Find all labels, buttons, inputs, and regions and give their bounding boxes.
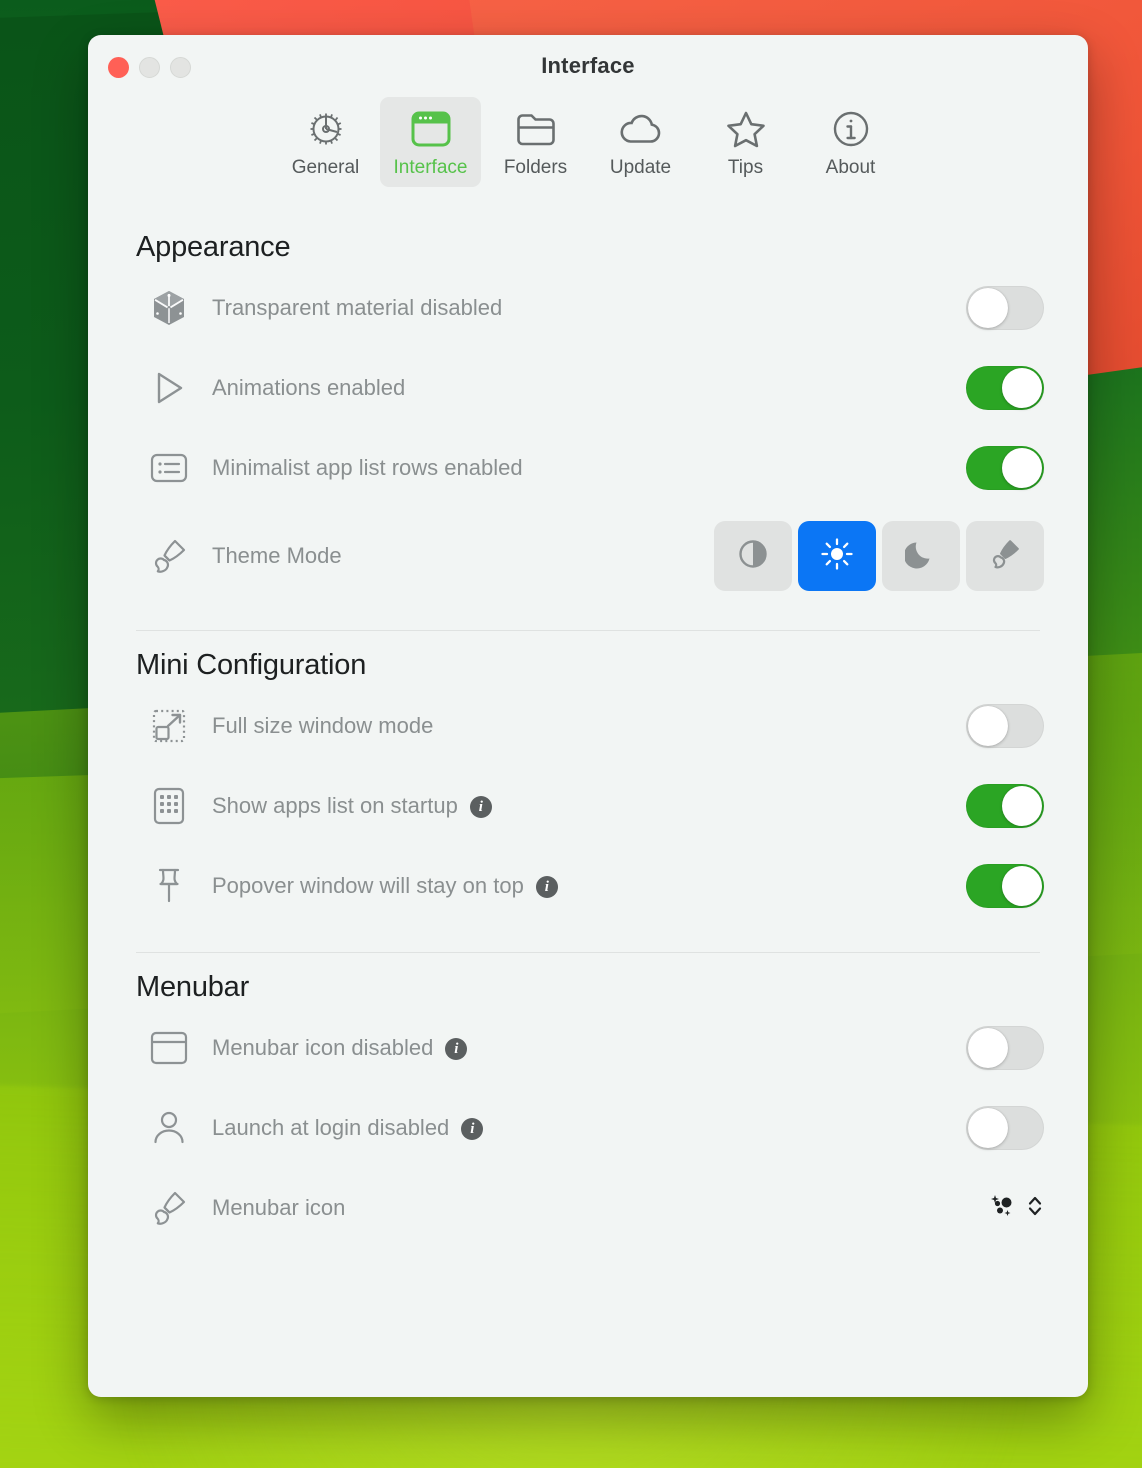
list-card-icon xyxy=(142,451,196,485)
section-title-menubar: Menubar xyxy=(136,971,250,1003)
theme-mode-segmented-control xyxy=(714,521,1044,591)
play-icon xyxy=(142,369,196,407)
menubar-window-icon xyxy=(142,1030,196,1066)
sparkles-icon xyxy=(988,1191,1018,1226)
row-full-size-window: Full size window mode xyxy=(132,686,1044,766)
sun-icon xyxy=(820,537,854,576)
preferences-content: Appearance Transparent material disabled xyxy=(88,201,1088,1248)
row-label-menubar-icon: Menubar icon xyxy=(212,1195,346,1220)
folder-icon xyxy=(515,107,557,151)
tab-tips-label: Tips xyxy=(727,157,764,178)
info-badge-icon[interactable]: i xyxy=(535,876,558,898)
info-circle-icon xyxy=(831,107,871,151)
window-title: Interface xyxy=(541,53,635,78)
toggle-menubar-icon[interactable] xyxy=(966,1026,1044,1070)
circle-half-icon xyxy=(737,538,769,575)
row-label-animations: Animations enabled xyxy=(212,375,406,400)
star-icon xyxy=(725,107,767,151)
tab-general-label: General xyxy=(291,157,360,178)
row-launch-at-login: Launch at login disabled i xyxy=(132,1088,1044,1168)
info-badge-icon[interactable]: i xyxy=(445,1038,468,1060)
row-label-theme-mode: Theme Mode xyxy=(212,543,342,568)
tab-folders-label: Folders xyxy=(503,157,568,178)
pin-icon xyxy=(142,866,196,906)
info-badge-icon[interactable]: i xyxy=(469,796,492,818)
row-theme-mode: Theme Mode xyxy=(132,508,1044,604)
preferences-window: Interface General Interface Folders Upda… xyxy=(88,35,1088,1397)
person-icon xyxy=(142,1108,196,1148)
cloud-icon xyxy=(619,107,663,151)
section-title-mini-configuration: Mini Configuration xyxy=(136,649,367,681)
preferences-toolbar: General Interface Folders Update Tips Ab… xyxy=(88,97,1088,201)
paintbrush-icon xyxy=(142,1188,196,1228)
toggle-popover-stay-on-top[interactable] xyxy=(966,864,1044,908)
paintbrush-icon xyxy=(988,537,1022,576)
toggle-knob xyxy=(1002,866,1042,906)
toggle-knob xyxy=(968,1028,1008,1068)
row-label-menubar-icon-disabled: Menubar icon disabled xyxy=(212,1035,434,1060)
row-transparent-material: Transparent material disabled xyxy=(132,268,1044,348)
row-label-transparent-material: Transparent material disabled xyxy=(212,295,503,320)
row-label-full-size-window: Full size window mode xyxy=(212,713,434,738)
tab-about[interactable]: About xyxy=(800,97,901,187)
tab-update[interactable]: Update xyxy=(590,97,691,187)
cube-icon xyxy=(142,288,196,328)
toggle-animations[interactable] xyxy=(966,366,1044,410)
tab-interface-label: Interface xyxy=(393,157,468,178)
section-divider-2 xyxy=(136,952,1040,953)
info-badge-icon[interactable]: i xyxy=(461,1118,484,1140)
toggle-launch-at-login[interactable] xyxy=(966,1106,1044,1150)
row-label-minimalist-rows: Minimalist app list rows enabled xyxy=(212,455,523,480)
theme-option-dark[interactable] xyxy=(882,521,960,591)
toggle-knob xyxy=(968,706,1008,746)
tab-about-label: About xyxy=(825,157,876,178)
toggle-knob xyxy=(1002,368,1042,408)
row-menubar-icon-picker: Menubar icon xyxy=(132,1168,1044,1248)
gear-icon xyxy=(306,107,346,151)
tab-update-label: Update xyxy=(609,157,672,178)
expand-selection-icon xyxy=(142,706,196,746)
tab-folders[interactable]: Folders xyxy=(485,97,586,187)
toggle-knob xyxy=(968,1108,1008,1148)
toggle-full-size-window[interactable] xyxy=(966,704,1044,748)
window-icon xyxy=(410,107,452,151)
toggle-knob xyxy=(968,288,1008,328)
tab-interface[interactable]: Interface xyxy=(380,97,481,187)
chevron-up-down-icon xyxy=(1026,1191,1044,1226)
section-title-appearance: Appearance xyxy=(136,231,291,263)
tab-general[interactable]: General xyxy=(275,97,376,187)
row-label-show-apps-list: Show apps list on startup xyxy=(212,793,458,818)
minimize-button-icon[interactable] xyxy=(139,57,160,78)
theme-option-auto[interactable] xyxy=(714,521,792,591)
row-animations: Animations enabled xyxy=(132,348,1044,428)
row-label-launch-at-login: Launch at login disabled xyxy=(212,1115,450,1140)
grid-apps-icon xyxy=(142,786,196,826)
row-label-popover-stay-on-top: Popover window will stay on top xyxy=(212,873,524,898)
window-titlebar: Interface xyxy=(88,35,1088,97)
row-show-apps-list: Show apps list on startup i xyxy=(132,766,1044,846)
paintbrush-icon xyxy=(142,536,196,576)
maximize-button-icon[interactable] xyxy=(170,57,191,78)
desktop-wallpaper: Interface General Interface Folders Upda… xyxy=(0,0,1142,1468)
toggle-knob xyxy=(1002,786,1042,826)
traffic-light-group xyxy=(108,57,191,78)
row-minimalist-rows: Minimalist app list rows enabled xyxy=(132,428,1044,508)
row-menubar-icon-disabled: Menubar icon disabled i xyxy=(132,1008,1044,1088)
toggle-minimalist-rows[interactable] xyxy=(966,446,1044,490)
toggle-show-apps-list[interactable] xyxy=(966,784,1044,828)
theme-option-light[interactable] xyxy=(798,521,876,591)
close-button-icon[interactable] xyxy=(108,57,129,78)
toggle-knob xyxy=(1002,448,1042,488)
menubar-icon-popup-button[interactable] xyxy=(988,1191,1044,1226)
section-divider-1 xyxy=(136,630,1040,631)
toggle-transparent-material[interactable] xyxy=(966,286,1044,330)
row-popover-stay-on-top: Popover window will stay on top i xyxy=(132,846,1044,926)
theme-option-custom[interactable] xyxy=(966,521,1044,591)
moon-icon xyxy=(903,538,937,575)
tab-tips[interactable]: Tips xyxy=(695,97,796,187)
